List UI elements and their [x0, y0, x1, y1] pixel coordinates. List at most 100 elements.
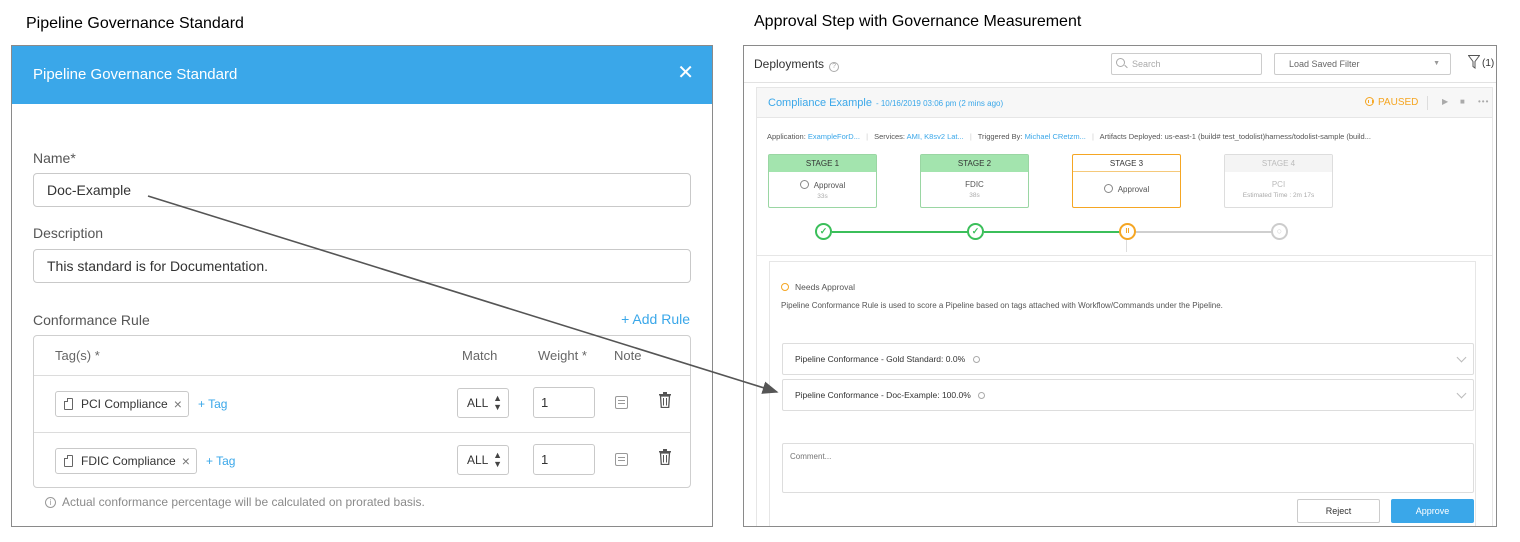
- divider: [757, 255, 1492, 256]
- chevron-down-icon: [1456, 388, 1467, 399]
- column-header-match: Match: [462, 348, 498, 363]
- reject-button[interactable]: Reject: [1297, 499, 1380, 523]
- approval-icon: [799, 180, 809, 189]
- more-icon[interactable]: •••: [1478, 97, 1489, 106]
- deployment-card: Compliance Example - 10/16/2019 03:06 pm …: [756, 87, 1493, 526]
- score-label: Pipeline Conformance - Gold Standard:: [795, 354, 944, 364]
- dialog-title: Pipeline Governance Standard: [33, 66, 238, 83]
- chevron-down-icon: ▼: [1433, 60, 1440, 67]
- close-icon[interactable]: ✕: [677, 63, 694, 83]
- needs-approval-text: Needs Approval: [795, 282, 856, 292]
- table-row: PCI Compliance × + Tag ALL ▲ ▼ 1: [34, 376, 690, 433]
- needs-approval: Needs Approval: [781, 282, 855, 292]
- divider: |: [866, 132, 869, 141]
- play-icon[interactable]: ▶: [1442, 97, 1448, 106]
- divider: |: [969, 132, 972, 141]
- table-header: Tag(s) * Match Weight * Note: [34, 336, 690, 376]
- deployment-title[interactable]: Compliance Example - 10/16/2019 03:06 pm …: [768, 97, 1003, 109]
- stage-duration: 33s: [817, 193, 828, 200]
- stage-header: STAGE 3: [1073, 155, 1180, 172]
- stage-body: Approval: [1073, 172, 1180, 195]
- description-field[interactable]: This standard is for Documentation.: [33, 249, 691, 283]
- deployment-meta: Application: ExampleForD... | Services: …: [767, 132, 1371, 141]
- add-rule-button[interactable]: + Add Rule: [621, 311, 690, 327]
- info-icon: i: [45, 496, 56, 508]
- add-tag-button[interactable]: + Tag: [206, 454, 235, 468]
- deployment-date: - 10/16/2019 03:06 pm (2 mins ago): [875, 99, 1004, 108]
- stage-name: PCI: [1271, 180, 1286, 189]
- triggered-link[interactable]: Michael CRetzm...: [1025, 132, 1086, 141]
- conformance-rule-label: Conformance Rule: [33, 312, 150, 328]
- tag-chip: PCI Compliance ×: [55, 391, 189, 417]
- trash-icon[interactable]: [659, 449, 671, 465]
- table-row: FDIC Compliance × + Tag ALL ▲ ▼ 1: [34, 433, 690, 490]
- triggered-label: Triggered By:: [977, 132, 1023, 141]
- deployment-title-text: Compliance Example: [768, 97, 872, 109]
- name-field[interactable]: Doc-Example: [33, 173, 691, 207]
- stage-header: STAGE 1: [769, 155, 876, 172]
- stage-duration: 38s: [969, 192, 980, 199]
- remove-tag-icon[interactable]: ×: [182, 453, 190, 469]
- search-input[interactable]: Search: [1111, 53, 1262, 75]
- filter-count: (1): [1482, 58, 1495, 69]
- status-badge: PAUSED: [1365, 97, 1418, 108]
- application-link[interactable]: ExampleForD...: [808, 132, 860, 141]
- deployments-panel: Deployments? Search Load Saved Filter ▼ …: [743, 45, 1497, 527]
- check-icon: ✓: [967, 223, 984, 240]
- saved-filter-select[interactable]: Load Saved Filter ▼: [1274, 53, 1451, 75]
- conformance-score-item[interactable]: Pipeline Conformance - Gold Standard: 0.…: [782, 343, 1474, 375]
- search-icon: [1116, 58, 1125, 67]
- match-value: ALL: [467, 396, 489, 410]
- status-text: PAUSED: [1378, 97, 1419, 108]
- divider: [1427, 96, 1428, 110]
- footnote-text: Actual conformance percentage will be ca…: [62, 495, 425, 509]
- note-icon[interactable]: [615, 453, 628, 466]
- deployments-toolbar: Deployments? Search Load Saved Filter ▼ …: [744, 46, 1496, 83]
- right-caption: Approval Step with Governance Measuremen…: [754, 13, 1082, 30]
- column-header-note: Note: [614, 348, 642, 363]
- add-tag-button[interactable]: + Tag: [198, 397, 227, 411]
- weight-input[interactable]: 1: [533, 444, 595, 475]
- services-label: Services:: [874, 132, 905, 141]
- help-icon[interactable]: ?: [829, 62, 840, 72]
- name-label: Name*: [33, 150, 76, 166]
- application-label: Application:: [767, 132, 806, 141]
- note-icon[interactable]: [615, 396, 628, 409]
- dialog-header: Pipeline Governance Standard ✕: [12, 46, 712, 104]
- comment-textarea[interactable]: [782, 443, 1474, 493]
- stage-card[interactable]: STAGE 2 FDIC 38s: [920, 154, 1029, 208]
- description-label: Description: [33, 225, 104, 241]
- weight-input[interactable]: 1: [533, 387, 595, 418]
- chevron-down-icon: [1456, 352, 1467, 363]
- stop-icon[interactable]: ■: [1460, 97, 1465, 106]
- divider: |: [1091, 132, 1094, 141]
- card-header: Compliance Example - 10/16/2019 03:06 pm …: [757, 88, 1492, 118]
- stage-card[interactable]: STAGE 3 Approval: [1072, 154, 1181, 208]
- services-link[interactable]: AMI, K8sv2 Lat...: [907, 132, 964, 141]
- stage-card[interactable]: STAGE 4 PCI Estimated Time : 2m 17s: [1224, 154, 1333, 208]
- stage-card[interactable]: STAGE 1 Approval 33s: [768, 154, 877, 208]
- info-icon: [978, 392, 986, 399]
- approval-panel: Needs Approval Pipeline Conformance Rule…: [769, 261, 1476, 526]
- stage-header: STAGE 2: [921, 155, 1028, 172]
- stage-header: STAGE 4: [1225, 155, 1332, 172]
- match-select[interactable]: ALL ▲ ▼: [457, 388, 509, 418]
- saved-filter-label: Load Saved Filter: [1289, 59, 1360, 69]
- match-value: ALL: [467, 453, 489, 467]
- filter-icon[interactable]: [1468, 55, 1480, 69]
- approve-button[interactable]: Approve: [1391, 499, 1474, 523]
- score-value: 0.0%: [945, 354, 966, 364]
- match-select[interactable]: ALL ▲ ▼: [457, 445, 509, 475]
- conformance-score-item[interactable]: Pipeline Conformance - Doc-Example: 100.…: [782, 379, 1474, 411]
- divider: [1126, 240, 1127, 252]
- pause-icon: [1365, 97, 1374, 106]
- trash-icon[interactable]: [659, 392, 671, 408]
- check-icon: ✓: [815, 223, 832, 240]
- tag-chip: FDIC Compliance ×: [55, 448, 197, 474]
- stage-name: Approval: [813, 181, 846, 190]
- timeline-connector: [1136, 231, 1274, 233]
- stage-body: PCI Estimated Time : 2m 17s: [1225, 172, 1332, 201]
- stage-body: Approval 33s: [769, 172, 876, 202]
- remove-tag-icon[interactable]: ×: [174, 396, 182, 412]
- footnote: i Actual conformance percentage will be …: [45, 495, 425, 509]
